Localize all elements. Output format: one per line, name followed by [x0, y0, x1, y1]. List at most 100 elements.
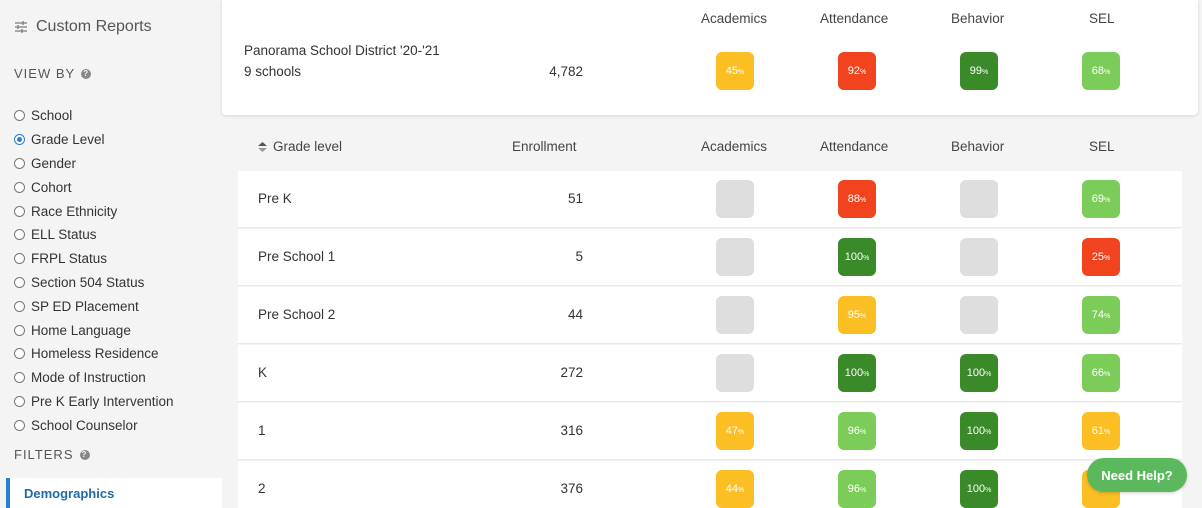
radio-icon[interactable] — [14, 229, 25, 241]
custom-reports-title[interactable]: Custom Reports — [14, 18, 152, 36]
score-badge[interactable]: 92% — [838, 52, 876, 90]
percent-sign: % — [738, 486, 745, 494]
table-row[interactable]: 2 376 44% 96% 100% — [238, 461, 1182, 508]
score-badge-empty[interactable] — [716, 180, 754, 218]
view-by-option-label: Section 504 Status — [31, 274, 145, 290]
district-name: Panorama School District '20-'21 — [244, 43, 440, 58]
row-grade-label: 2 — [258, 481, 266, 496]
score-badge[interactable]: 99% — [960, 52, 998, 90]
score-value: 100 — [844, 251, 864, 263]
radio-icon[interactable] — [14, 300, 25, 312]
help-icon[interactable]: ? — [79, 449, 90, 460]
radio-icon[interactable] — [14, 181, 25, 193]
need-help-button[interactable]: Need Help? — [1087, 458, 1187, 492]
view-by-option[interactable]: School Counselor — [14, 413, 174, 437]
score-badge[interactable]: 95% — [838, 296, 876, 334]
score-badge[interactable]: 66% — [1082, 354, 1120, 392]
score-badge[interactable]: 44% — [716, 470, 754, 508]
radio-icon[interactable] — [14, 253, 25, 265]
score-badge[interactable]: 100% — [838, 354, 876, 392]
filter-tab-demographics[interactable]: Demographics — [6, 478, 222, 508]
header-enrollment[interactable]: Enrollment — [512, 139, 577, 154]
view-by-option[interactable]: Cohort — [14, 175, 174, 199]
view-by-option-label: Grade Level — [31, 132, 105, 148]
score-badge[interactable]: 69% — [1082, 180, 1120, 218]
view-by-option[interactable]: Home Language — [14, 318, 174, 342]
header-sel[interactable]: SEL — [1089, 139, 1115, 154]
percent-sign: % — [738, 68, 745, 76]
score-badge[interactable]: 45% — [716, 52, 754, 90]
score-value: 99 — [969, 65, 982, 77]
percent-sign: % — [860, 196, 867, 204]
radio-icon[interactable] — [14, 419, 25, 431]
table-row[interactable]: Pre K 51 88% 69% — [238, 171, 1182, 228]
score-badge[interactable]: 100% — [960, 470, 998, 508]
percent-sign: % — [860, 486, 867, 494]
view-by-option[interactable]: FRPL Status — [14, 247, 174, 271]
score-badge[interactable]: 74% — [1082, 296, 1120, 334]
view-by-option-label: School — [31, 108, 73, 124]
radio-icon[interactable] — [14, 348, 25, 360]
view-by-option[interactable]: Grade Level — [14, 128, 174, 152]
view-by-option-label: Cohort — [31, 179, 72, 195]
score-badge-empty[interactable] — [960, 238, 998, 276]
radio-icon[interactable] — [14, 395, 25, 407]
radio-icon[interactable] — [14, 324, 25, 336]
score-badge[interactable]: 25% — [1082, 238, 1120, 276]
score-value: 66 — [1091, 367, 1104, 379]
radio-icon[interactable] — [14, 157, 25, 169]
view-by-option[interactable]: ELL Status — [14, 223, 174, 247]
sidebar: Custom Reports VIEW BY ? School Grade Lev… — [0, 0, 222, 508]
row-grade-label: Pre School 1 — [258, 249, 336, 264]
row-grade-label: Pre School 2 — [258, 307, 336, 322]
radio-selected-icon[interactable] — [14, 134, 25, 146]
score-value: 96 — [847, 483, 860, 495]
radio-icon[interactable] — [14, 110, 25, 122]
view-by-option-label: School Counselor — [31, 417, 138, 433]
view-by-option[interactable]: Gender — [14, 152, 174, 176]
score-badge-empty[interactable] — [716, 354, 754, 392]
row-grade-label: 1 — [258, 423, 266, 438]
radio-icon[interactable] — [14, 276, 25, 288]
header-behavior[interactable]: Behavior — [951, 139, 1004, 154]
sort-grade-level[interactable]: Grade level — [258, 139, 342, 154]
score-badge[interactable]: 61% — [1082, 412, 1120, 450]
percent-sign: % — [863, 254, 870, 262]
table-row[interactable]: Pre School 1 5 100% 25% — [238, 229, 1182, 286]
score-badge[interactable]: 96% — [838, 470, 876, 508]
row-enrollment: 376 — [560, 481, 583, 496]
table-row[interactable]: Pre School 2 44 95% 74% — [238, 287, 1182, 344]
header-attendance[interactable]: Attendance — [820, 139, 888, 154]
radio-icon[interactable] — [14, 372, 25, 384]
score-badge[interactable]: 88% — [838, 180, 876, 218]
score-badge[interactable]: 96% — [838, 412, 876, 450]
filters-heading: FILTERS ? — [14, 447, 90, 462]
sliders-icon — [15, 21, 27, 33]
score-badge-empty[interactable] — [960, 296, 998, 334]
view-by-option[interactable]: Homeless Residence — [14, 342, 174, 366]
view-by-option[interactable]: Race Ethnicity — [14, 199, 174, 223]
radio-icon[interactable] — [14, 205, 25, 217]
table-row[interactable]: 1 316 47% 96% 100% 61% — [238, 403, 1182, 460]
view-by-option[interactable]: SP ED Placement — [14, 294, 174, 318]
score-badge[interactable]: 68% — [1082, 52, 1120, 90]
percent-sign: % — [1104, 68, 1111, 76]
table-row[interactable]: K 272 100% 100% 66% — [238, 345, 1182, 402]
view-by-option[interactable]: School — [14, 104, 174, 128]
header-academics[interactable]: Academics — [701, 139, 767, 154]
score-badge-empty[interactable] — [960, 180, 998, 218]
score-badge[interactable]: 100% — [960, 354, 998, 392]
score-badge-empty[interactable] — [716, 238, 754, 276]
view-by-option[interactable]: Mode of Instruction — [14, 366, 174, 390]
row-enrollment: 272 — [560, 365, 583, 380]
view-by-option[interactable]: Section 504 Status — [14, 271, 174, 295]
percent-sign: % — [1104, 196, 1111, 204]
score-badge[interactable]: 47% — [716, 412, 754, 450]
score-badge-empty[interactable] — [716, 296, 754, 334]
score-badge[interactable]: 100% — [960, 412, 998, 450]
score-value: 100 — [966, 425, 986, 437]
view-by-option[interactable]: Pre K Early Intervention — [14, 390, 174, 414]
score-value: 100 — [844, 367, 864, 379]
score-badge[interactable]: 100% — [838, 238, 876, 276]
help-icon[interactable]: ? — [81, 68, 92, 79]
